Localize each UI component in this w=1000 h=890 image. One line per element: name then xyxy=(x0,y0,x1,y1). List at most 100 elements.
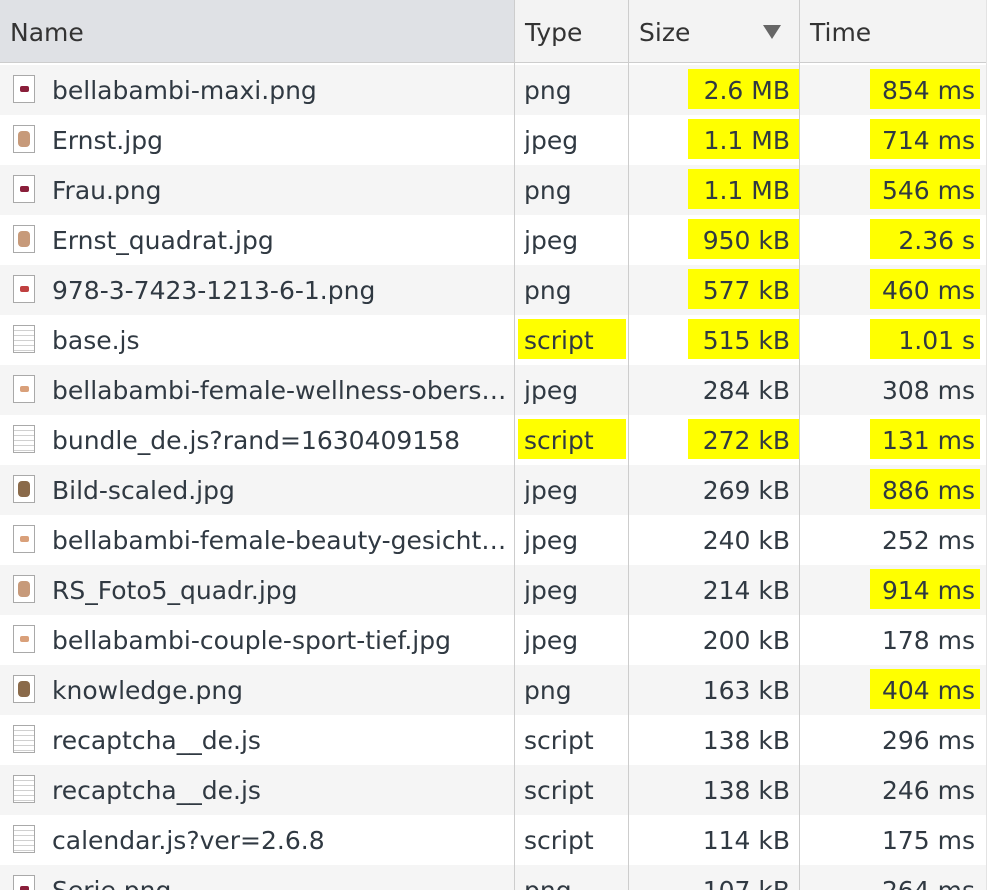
request-size: 107 kB xyxy=(630,865,790,890)
column-header-name-label: Name xyxy=(10,18,84,47)
request-type: script xyxy=(524,826,594,855)
request-name: bellabambi-female-wellness-oberschenkel.… xyxy=(52,376,507,405)
table-row[interactable]: bellabambi-female-wellness-oberschenkel.… xyxy=(0,365,986,415)
photo-image-icon xyxy=(13,475,35,503)
column-header-name[interactable]: Name xyxy=(0,0,514,62)
network-requests-table: Name Type Size Time bellabambi-maxi.png p… xyxy=(0,0,1000,890)
column-header-size[interactable]: Size xyxy=(629,0,799,62)
request-time: 886 ms xyxy=(881,476,975,505)
table-row[interactable]: RS_Foto5_quadr.jpg jpeg 214 kB 914 ms xyxy=(0,565,986,615)
request-name: knowledge.png xyxy=(52,676,244,705)
request-type: png xyxy=(524,276,572,305)
request-size: 163 kB xyxy=(702,676,790,705)
table-row[interactable]: recaptcha__de.js script 138 kB 246 ms xyxy=(0,765,986,815)
portrait-image-icon xyxy=(13,575,35,603)
request-size: 284 kB xyxy=(702,376,790,405)
request-size: 214 kB xyxy=(702,576,790,605)
request-size: 269 kB xyxy=(702,476,790,505)
sort-descending-icon xyxy=(763,25,781,39)
request-size: 2.6 MB xyxy=(703,76,790,105)
column-header-time[interactable]: Time xyxy=(800,0,986,62)
table-row[interactable]: base.js script 515 kB 1.01 s xyxy=(0,315,986,365)
request-name: RS_Foto5_quadr.jpg xyxy=(52,576,298,605)
request-time: 914 ms xyxy=(881,576,975,605)
request-type: png xyxy=(524,76,572,105)
png-image-icon xyxy=(13,175,35,203)
request-name: Frau.png xyxy=(52,176,162,205)
script-file-icon xyxy=(13,425,35,453)
request-type: jpeg xyxy=(524,126,579,155)
table-row[interactable]: Ernst_quadrat.jpg jpeg 950 kB 2.36 s xyxy=(0,215,986,265)
jpeg-image-icon xyxy=(13,525,35,553)
request-name: bellabambi-female-beauty-gesicht.jpg xyxy=(52,526,507,555)
table-row[interactable]: bundle_de.js?rand=1630409158 script 272 kB… xyxy=(0,415,986,465)
table-row[interactable]: Frau.png png 1.1 MB 546 ms xyxy=(0,165,986,215)
table-header: Name Type Size Time xyxy=(0,0,986,63)
request-name: recaptcha__de.js xyxy=(52,776,261,805)
request-type: script xyxy=(524,426,594,455)
request-type: jpeg xyxy=(524,526,579,555)
request-size: 240 kB xyxy=(702,526,790,555)
request-size: 1.1 MB xyxy=(703,176,790,205)
request-type: jpeg xyxy=(524,476,579,505)
request-type: jpeg xyxy=(524,226,579,255)
request-time: 854 ms xyxy=(881,76,975,105)
column-divider xyxy=(514,0,515,890)
table-row[interactable]: knowledge.png png 163 kB 404 ms xyxy=(0,665,986,715)
request-name: calendar.js?ver=2.6.8 xyxy=(52,826,325,855)
request-time: 1.01 s xyxy=(898,326,975,355)
column-header-size-label: Size xyxy=(639,18,691,47)
request-time: 296 ms xyxy=(881,726,975,755)
request-time: 546 ms xyxy=(881,176,975,205)
request-size: 1.1 MB xyxy=(703,126,790,155)
request-name: bundle_de.js?rand=1630409158 xyxy=(52,426,461,455)
jpeg-image-icon xyxy=(13,625,35,653)
table-right-edge xyxy=(986,0,1000,890)
request-type: script xyxy=(524,776,594,805)
request-time: 308 ms xyxy=(881,376,975,405)
table-row[interactable]: 978-3-7423-1213-6-1.png png 577 kB 460 ms xyxy=(0,265,986,315)
table-row[interactable]: bellabambi-couple-sport-tief.jpg jpeg 200 … xyxy=(0,615,986,665)
request-name: Ernst.jpg xyxy=(52,126,163,155)
request-time: 2.36 s xyxy=(898,226,975,255)
portrait-image-icon xyxy=(13,125,35,153)
request-name: recaptcha__de.js xyxy=(52,726,261,755)
table-row[interactable]: bellabambi-maxi.png png 2.6 MB 854 ms xyxy=(0,65,986,115)
book-cover-image-icon xyxy=(13,275,35,303)
request-size: 577 kB xyxy=(702,276,790,305)
request-type: jpeg xyxy=(524,626,579,655)
request-name: base.js xyxy=(52,326,140,355)
request-size: 515 kB xyxy=(702,326,790,355)
column-header-time-label: Time xyxy=(810,18,872,47)
png-image-icon xyxy=(13,75,35,103)
request-time: 246 ms xyxy=(881,776,975,805)
table-row[interactable]: Ernst.jpg jpeg 1.1 MB 714 ms xyxy=(0,115,986,165)
column-divider xyxy=(799,0,800,890)
request-type: png xyxy=(524,676,572,705)
column-header-type[interactable]: Type xyxy=(515,0,628,62)
request-type: png xyxy=(524,865,624,890)
script-file-icon xyxy=(13,325,35,353)
request-name: bellabambi-maxi.png xyxy=(52,76,317,105)
request-type: script xyxy=(524,726,594,755)
request-time: 460 ms xyxy=(881,276,975,305)
script-file-icon xyxy=(13,775,35,803)
request-time: 252 ms xyxy=(881,526,975,555)
column-header-type-label: Type xyxy=(525,18,583,47)
table-row[interactable]: Serie.png png107 kB 264 ms xyxy=(0,865,986,890)
table-row[interactable]: recaptcha__de.js script 138 kB 296 ms xyxy=(0,715,986,765)
table-row[interactable]: calendar.js?ver=2.6.8 script 114 kB 175 ms xyxy=(0,815,986,865)
request-time: 178 ms xyxy=(881,626,975,655)
request-type: script xyxy=(524,326,594,355)
request-time: 264 ms xyxy=(800,865,975,890)
request-type: png xyxy=(524,176,572,205)
request-size: 138 kB xyxy=(702,726,790,755)
request-time: 404 ms xyxy=(881,676,975,705)
column-divider xyxy=(628,0,629,890)
table-row[interactable]: bellabambi-female-beauty-gesicht.jpg jpeg… xyxy=(0,515,986,565)
table-row[interactable]: Bild-scaled.jpg jpeg 269 kB 886 ms xyxy=(0,465,986,515)
request-time: 175 ms xyxy=(881,826,975,855)
png-image-icon xyxy=(13,875,35,890)
request-type: jpeg xyxy=(524,376,579,405)
request-size: 272 kB xyxy=(702,426,790,455)
